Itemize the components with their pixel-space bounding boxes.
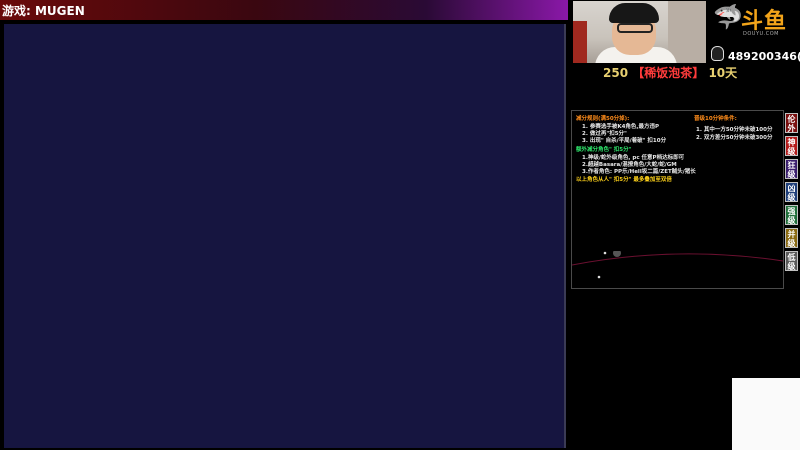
webcam-background-chair bbox=[573, 21, 587, 63]
promotion-rule: 1. 其中一方50分钟未破100分 bbox=[696, 127, 773, 133]
rules-panel: 减分规则(满50分掉): 1. 参赛选手被K4角色,最方违P 2. 做过再"扣5… bbox=[571, 110, 784, 289]
window-title: 游戏: MUGEN bbox=[2, 4, 85, 18]
rank-tag: 强级 bbox=[785, 205, 798, 225]
fish-mascot-icon: 🦈 bbox=[713, 3, 743, 31]
decorative-arc bbox=[572, 251, 783, 279]
extra-deduct-rule: 2.超越Basara/混撩角色/大蛇/蛇/GM bbox=[582, 162, 677, 168]
title-bar: 游戏: MUGEN bbox=[0, 0, 568, 20]
rank-tag: 神级 bbox=[785, 136, 798, 156]
streamer-hair bbox=[609, 3, 659, 23]
badge-days: 10天 bbox=[708, 66, 738, 80]
douyu-logo: 🦈 斗鱼 DOUYU.COM bbox=[713, 1, 798, 45]
deduct-rules-heading: 减分规则(满50分掉): bbox=[576, 116, 630, 122]
decorative-dot bbox=[597, 275, 601, 279]
rank-tag: 低级 bbox=[785, 251, 798, 271]
extra-deduct-rule: 3.作者角色: PP乐/Hell坂二篇/ZET贼头/猪长 bbox=[582, 169, 696, 175]
extra-deduct-heading: 额外减分角色" 扣5分" bbox=[576, 147, 632, 153]
deduct-rule: 1. 参赛选手被K4角色,最方违P bbox=[582, 124, 660, 130]
deduct-rule: 2. 做过再"扣5分" bbox=[582, 131, 627, 137]
deduct-rule: 3. 出现" 自杀/平局/着破" 扣10分 bbox=[582, 138, 667, 144]
logo-subtext: DOUYU.COM bbox=[743, 31, 779, 37]
badge-name: 【稀饭泡茶】 bbox=[632, 66, 705, 80]
game-frame bbox=[0, 20, 568, 450]
decorative-dot bbox=[613, 251, 621, 257]
qq-penguin-icon bbox=[711, 46, 724, 61]
rank-tag: 狂级 bbox=[785, 159, 798, 179]
rank-tag: 并级 bbox=[785, 228, 798, 248]
game-viewport[interactable] bbox=[4, 24, 566, 448]
badge-count: 250 bbox=[603, 66, 629, 80]
fan-badge-line: 250 【稀饭泡茶】 10天 bbox=[603, 64, 737, 81]
overlay-white-box bbox=[732, 378, 800, 450]
rank-tag: 伦外 bbox=[785, 113, 798, 133]
webcam-feed bbox=[573, 1, 706, 63]
streamer-glasses bbox=[617, 23, 653, 33]
decorative-dot bbox=[603, 251, 607, 255]
promotion-rule: 2. 双方差分50分钟未破300分 bbox=[696, 135, 773, 141]
rank-tag: 凶级 bbox=[785, 182, 798, 202]
qq-group-number: 489200346(群) bbox=[728, 50, 800, 63]
webcam-background-wall bbox=[668, 1, 706, 63]
promotion-heading: 晋级10分钟条件: bbox=[694, 116, 737, 122]
extra-deduct-rule: 1.神级/蛇外级角色, pc 任意P档达标即可 bbox=[582, 155, 685, 161]
extra-deduct-note: 以上角色从人" 扣5分" 最多叠加至双倍 bbox=[576, 177, 672, 183]
